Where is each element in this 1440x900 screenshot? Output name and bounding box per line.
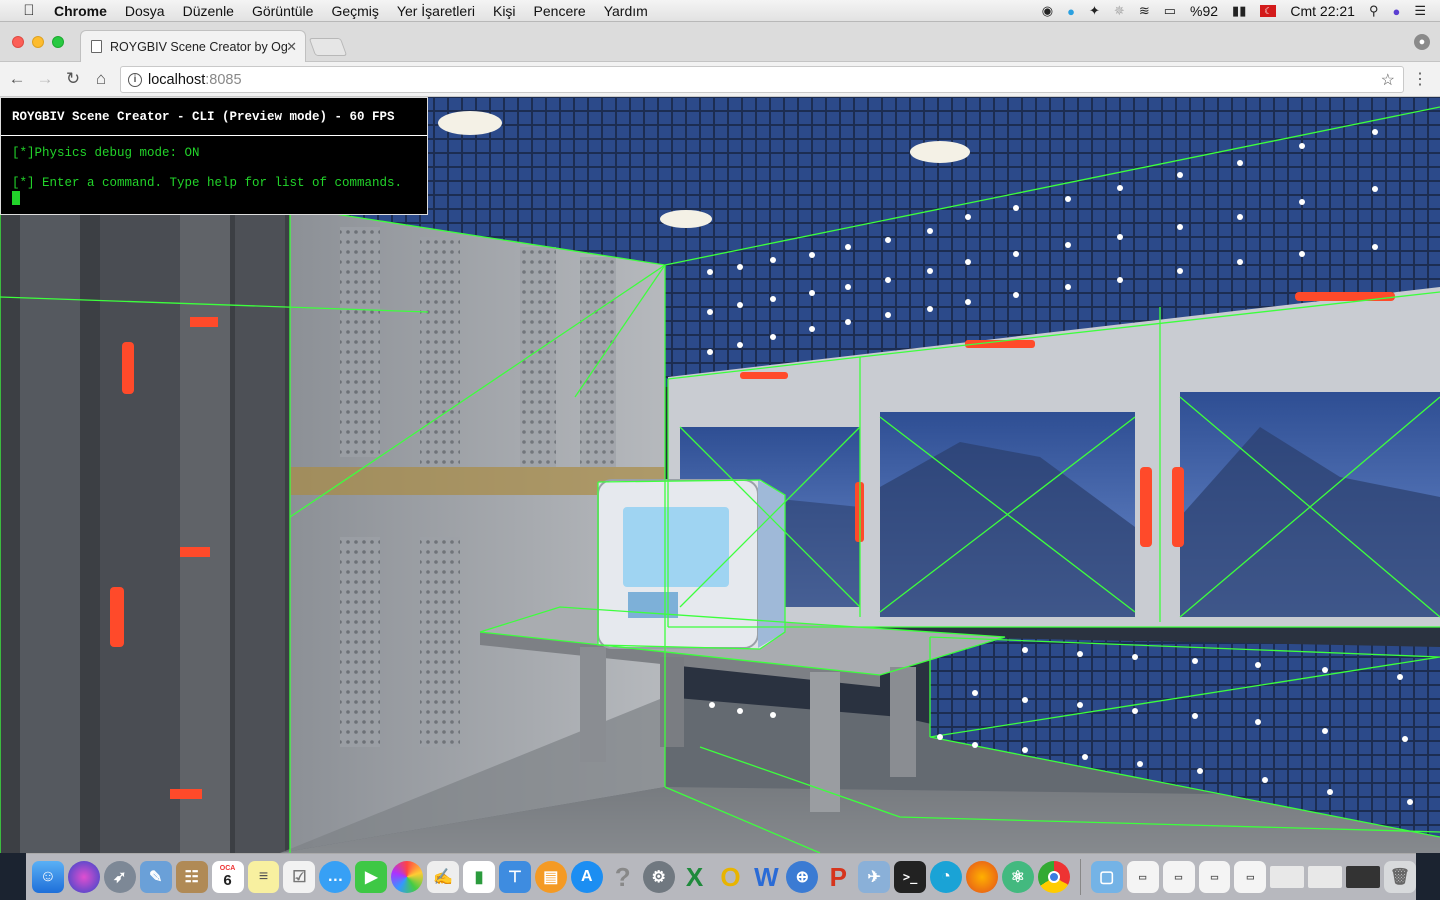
tga-file-icon-1[interactable]: ▭	[1126, 861, 1159, 893]
firefox-icon[interactable]	[965, 861, 998, 893]
menu-bookmarks[interactable]: Yer İşaretleri	[397, 3, 475, 19]
chrome-menu-icon[interactable]: ⋮	[1412, 69, 1428, 89]
maximize-window-button[interactable]	[52, 36, 64, 48]
contacts-icon[interactable]: ☷	[175, 861, 208, 893]
location-icon[interactable]: ◉	[1042, 3, 1053, 19]
terminal-icon[interactable]: >_	[894, 861, 927, 893]
calendar-month: OCA	[219, 865, 236, 872]
launchpad-icon[interactable]: ➶	[103, 861, 136, 893]
minimize-window-button[interactable]	[32, 36, 44, 48]
excel-icon[interactable]: X	[679, 861, 711, 893]
tab-title: ROYGBIV Scene Creator by Og	[110, 39, 288, 54]
atom-icon[interactable]: ⚛	[1001, 861, 1034, 893]
app-store-icon[interactable]: A	[570, 861, 603, 893]
home-icon[interactable]: ⌂	[90, 68, 112, 90]
airplay-icon[interactable]: ▭	[1164, 3, 1176, 19]
menu-view[interactable]: Görüntüle	[252, 3, 313, 19]
dock-separator	[1079, 859, 1081, 895]
vpn-icon[interactable]: ⊕	[786, 861, 819, 893]
books-icon[interactable]: ▤	[534, 861, 567, 893]
browser-toolbar: ← → ↻ ⌂ i localhost:8085 ☆ ⋮	[0, 62, 1440, 97]
preview-icon[interactable]: ✎	[139, 861, 172, 893]
address-bar[interactable]: i localhost:8085 ☆	[120, 66, 1404, 93]
info-icon[interactable]: i	[128, 72, 142, 87]
notes-icon[interactable]: ≡	[247, 861, 280, 893]
menu-help[interactable]: Yardım	[604, 3, 648, 19]
siri-icon[interactable]	[67, 861, 100, 893]
trash-icon[interactable]: 🗑	[1384, 861, 1417, 893]
forward-icon[interactable]: →	[34, 68, 56, 90]
tga-file-icon-2[interactable]: ▭	[1162, 861, 1195, 893]
cli-console[interactable]: ROYGBIV Scene Creator - CLI (Preview mod…	[0, 97, 428, 215]
menu-bar:  Chrome Dosya Düzenle Görüntüle Geçmiş …	[0, 0, 1440, 22]
bluetooth-icon[interactable]: ✵	[1114, 3, 1125, 19]
outlook-icon[interactable]: O	[715, 861, 747, 893]
activity-icon[interactable]: ◔	[930, 861, 962, 893]
word-icon[interactable]: W	[750, 861, 782, 893]
tab-strip: ROYGBIV Scene Creator by Og ✕ ●	[0, 22, 1440, 62]
system-preferences-icon[interactable]: ⚙	[642, 861, 675, 893]
tab-close-icon[interactable]: ✕	[286, 39, 297, 55]
terminal-thumb[interactable]	[1346, 866, 1381, 888]
menu-edit[interactable]: Düzenle	[183, 3, 234, 19]
url-port: :8085	[205, 71, 242, 88]
tga-file-icon-3[interactable]: ▭	[1198, 861, 1231, 893]
facetime-icon[interactable]: ▶	[355, 861, 388, 893]
tab-active[interactable]: ROYGBIV Scene Creator by Og ✕	[80, 30, 306, 62]
powerpoint-icon[interactable]: P	[822, 861, 854, 893]
new-tab-button[interactable]	[308, 38, 348, 56]
close-window-button[interactable]	[12, 36, 24, 48]
calendar-day: 6	[223, 872, 232, 889]
cli-header: ROYGBIV Scene Creator - CLI (Preview mod…	[1, 98, 427, 136]
finder-icon[interactable]: ☺	[32, 861, 64, 893]
cli-prompt-line: [*] Enter a command. Type help for list …	[12, 176, 403, 190]
notification-center-icon[interactable]: ☰	[1414, 3, 1426, 19]
reload-icon[interactable]: ↻	[62, 68, 84, 90]
document-icon	[91, 40, 102, 53]
siri-menu-icon[interactable]: ●	[1392, 4, 1400, 19]
menu-history[interactable]: Geçmiş	[331, 3, 378, 19]
status-area: ◉ ● ✦ ✵ ≋ ▭ %92 ▮▮ ☾ Cmt 22:21 ⚲ ● ☰	[1042, 0, 1426, 22]
bookmark-star-icon[interactable]: ☆	[1381, 70, 1395, 90]
calendar-icon[interactable]: OCA 6	[211, 861, 244, 893]
help-icon[interactable]: ?	[607, 861, 639, 893]
spotlight-icon[interactable]: ⚲	[1369, 3, 1379, 19]
window-thumb-node[interactable]	[1308, 866, 1343, 888]
input-source-icon[interactable]: ☾	[1260, 5, 1277, 17]
battery-percent: %92	[1190, 3, 1219, 19]
menu-app-name[interactable]: Chrome	[54, 3, 107, 19]
back-icon[interactable]: ←	[6, 68, 28, 90]
menu-window[interactable]: Pencere	[534, 3, 586, 19]
apple-icon[interactable]: 	[18, 2, 40, 19]
chrome-icon[interactable]	[1037, 861, 1070, 893]
photos-icon[interactable]	[391, 861, 424, 893]
numbers-icon[interactable]: ▮	[463, 861, 495, 893]
menu-file[interactable]: Dosya	[125, 3, 165, 19]
menu-people[interactable]: Kişi	[493, 3, 516, 19]
reminders-icon[interactable]: ☑	[283, 861, 316, 893]
tga-file-icon-4[interactable]: ▭	[1234, 861, 1267, 893]
window-thumb-1[interactable]	[1270, 866, 1305, 888]
downloads-folder-icon[interactable]: ▢	[1090, 861, 1123, 893]
keynote-icon[interactable]: ⊤	[498, 861, 531, 893]
battery-icon[interactable]: ▮▮	[1232, 3, 1246, 19]
textedit-icon[interactable]: ✍	[427, 861, 460, 893]
wifi-icon[interactable]: ≋	[1139, 3, 1150, 19]
url-host: localhost	[148, 71, 206, 88]
clock[interactable]: Cmt 22:21	[1290, 3, 1355, 19]
migration-icon[interactable]: ✈	[858, 861, 891, 893]
profile-icon[interactable]: ●	[1414, 34, 1430, 50]
cli-output-line: [*]Physics debug mode: ON	[12, 146, 200, 160]
tools-icon[interactable]: ✦	[1089, 3, 1100, 19]
drop-icon[interactable]: ●	[1067, 4, 1075, 19]
dock: ☺ ➶ ✎ ☷ OCA 6 ≡ ☑ … ▶ ✍ ▮ ⊤ ▤ A ? ⚙ X O …	[26, 853, 1417, 900]
cli-cursor[interactable]	[12, 191, 20, 205]
messages-icon[interactable]: …	[319, 861, 352, 893]
